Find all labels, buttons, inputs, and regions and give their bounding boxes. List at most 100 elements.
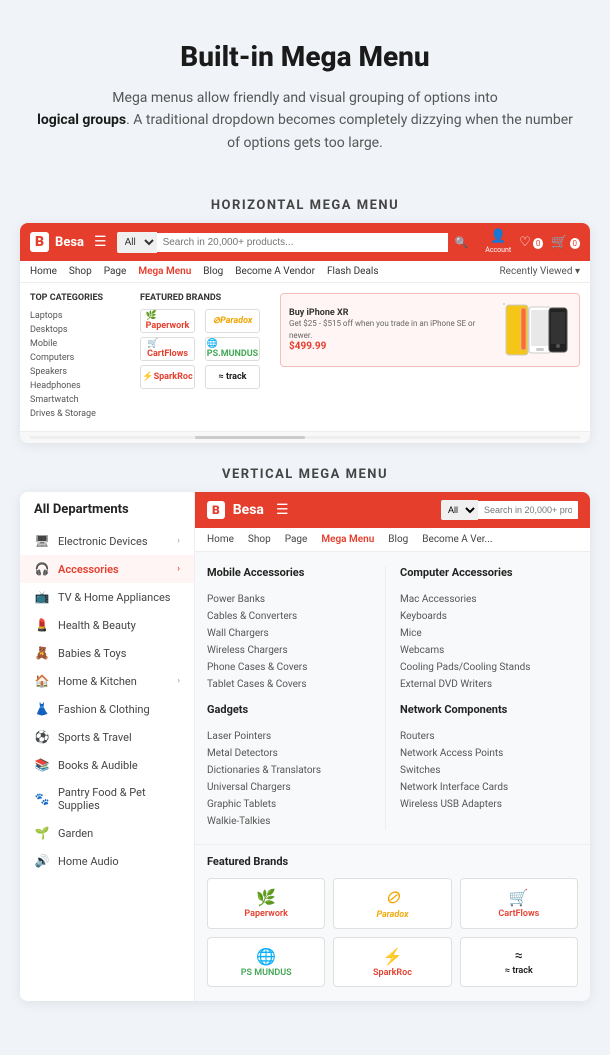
hmm-nav-home[interactable]: Home — [30, 266, 57, 277]
vmm-item-switches[interactable]: Switches — [400, 762, 578, 779]
sidebar-item-sports[interactable]: ⚽ Sports & Travel — [20, 723, 194, 751]
hmm-nav-megamenu[interactable]: Mega Menu — [138, 266, 191, 277]
hmm-cat-mobile[interactable]: Mobile — [30, 337, 130, 351]
vmm-nav-page[interactable]: Page — [285, 534, 308, 545]
vmm-hamburger-icon[interactable]: ☰ — [276, 502, 289, 518]
vmm-item-nic[interactable]: Network Interface Cards — [400, 779, 578, 796]
vmm-item-universal-chargers[interactable]: Universal Chargers — [207, 779, 385, 796]
sidebar-item-fashion[interactable]: 👗 Fashion & Clothing — [20, 695, 194, 723]
sidebar-item-home-audio[interactable]: 🔊 Home Audio — [20, 847, 194, 875]
vmm-section-label: VERTICAL MEGA MENU — [0, 467, 610, 482]
sidebar-item-health[interactable]: 💄 Health & Beauty — [20, 611, 194, 639]
hmm-nav-vendor[interactable]: Become A Vendor — [235, 266, 315, 277]
sidebar-item-garden[interactable]: 🌱 Garden — [20, 819, 194, 847]
paperwork-label: Paperwork — [244, 909, 288, 919]
hmm-account-icon[interactable]: 👤 Account — [485, 229, 511, 255]
vmm-mobile-accessories-heading: Mobile Accessories — [207, 566, 385, 583]
vmm-nav-vendor[interactable]: Become A Ver... — [422, 534, 492, 545]
hmm-brand-paperwork[interactable]: 🌿 Paperwork — [140, 309, 195, 333]
sparkroc-label: SparkRoc — [373, 968, 412, 978]
track-icon: ≈ — [515, 948, 523, 964]
vmm-item-wireless-chargers[interactable]: Wireless Chargers — [207, 642, 385, 659]
vmm-item-webcams[interactable]: Webcams — [400, 642, 578, 659]
hmm-wishlist-icon[interactable]: ♡0 — [519, 235, 543, 250]
sidebar-item-electronic-devices[interactable]: 🖥 Electronic Devices › — [20, 527, 194, 555]
hmm-cat-computers[interactable]: Computers — [30, 351, 130, 365]
hmm-brand-cartflows[interactable]: 🛒 CartFlows — [140, 337, 195, 361]
sidebar-item-babies[interactable]: 🧸 Babies & Toys — [20, 639, 194, 667]
vmm-item-access-points[interactable]: Network Access Points — [400, 745, 578, 762]
cartflows-icon: 🛒 — [509, 888, 529, 907]
vmm-item-keyboards[interactable]: Keyboards — [400, 608, 578, 625]
accessories-arrow-icon: › — [177, 564, 180, 574]
vmm-container: All Departments 🖥 Electronic Devices › 🎧… — [20, 492, 590, 1001]
hmm-brand-psmundus[interactable]: 🌐 PS.MUNDUS — [205, 337, 260, 361]
sidebar-item-home-kitchen[interactable]: 🏠 Home & Kitchen › — [20, 667, 194, 695]
vmm-item-dvd-writers[interactable]: External DVD Writers — [400, 676, 578, 693]
hmm-cat-smartwatch[interactable]: Smartwatch — [30, 393, 130, 407]
vmm-all-select[interactable]: All — [441, 500, 478, 520]
hmm-cat-headphones[interactable]: Headphones — [30, 379, 130, 393]
vmm-item-graphic-tablets[interactable]: Graphic Tablets — [207, 796, 385, 813]
vmm-brand-paradox[interactable]: ⊘ Paradox — [333, 878, 451, 929]
sidebar-item-books[interactable]: 📚 Books & Audible — [20, 751, 194, 779]
vmm-item-tablet-cases[interactable]: Tablet Cases & Covers — [207, 676, 385, 693]
hmm-cat-speakers[interactable]: Speakers — [30, 365, 130, 379]
hmm-nav-page[interactable]: Page — [104, 266, 127, 277]
vmm-item-laser[interactable]: Laser Pointers — [207, 728, 385, 745]
hmm-brand-track[interactable]: ≈ track — [205, 365, 260, 389]
hmm-nav-shop[interactable]: Shop — [69, 266, 92, 277]
hmm-nav-flash[interactable]: Flash Deals — [327, 266, 378, 277]
hmm-scroll-indicator — [30, 436, 580, 439]
vmm-search-input[interactable] — [478, 501, 578, 519]
vmm-item-dictionaries[interactable]: Dictionaries & Translators — [207, 762, 385, 779]
vmm-brand-cartflows[interactable]: 🛒 CartFlows — [460, 878, 578, 929]
sidebar-label-home-audio: Home Audio — [58, 855, 180, 868]
hmm-cat-drives[interactable]: Drives & Storage — [30, 407, 130, 421]
hmm-search-button[interactable]: 🔍 — [448, 232, 476, 253]
vmm-item-metal-detectors[interactable]: Metal Detectors — [207, 745, 385, 762]
vmm-item-mac[interactable]: Mac Accessories — [400, 591, 578, 608]
vmm-brand-track[interactable]: ≈ ≈ track — [460, 937, 578, 987]
vmm-brand-paperwork[interactable]: 🌿 Paperwork — [207, 878, 325, 929]
vmm-sidebar: All Departments 🖥 Electronic Devices › 🎧… — [20, 492, 195, 1001]
hmm-recently-viewed[interactable]: Recently Viewed ▾ — [500, 266, 581, 277]
sidebar-label-pantry: Pantry Food & Pet Supplies — [58, 786, 180, 812]
sidebar-item-pantry[interactable]: 🐾 Pantry Food & Pet Supplies — [20, 779, 194, 819]
hmm-brand-paradox[interactable]: ⊘Paradox — [205, 309, 260, 333]
sidebar-item-tv[interactable]: 📺 TV & Home Appliances — [20, 583, 194, 611]
vmm-item-wireless-usb[interactable]: Wireless USB Adapters — [400, 796, 578, 813]
vmm-item-cables[interactable]: Cables & Converters — [207, 608, 385, 625]
vmm-logo-b: B — [207, 501, 225, 519]
desc-line1: Mega menus allow friendly and visual gro… — [112, 90, 497, 106]
hmm-brand-sparkroc[interactable]: ⚡SparkRoc — [140, 365, 195, 389]
sidebar-label-fashion: Fashion & Clothing — [58, 703, 180, 716]
vmm-item-walkie-talkies[interactable]: Walkie-Talkies — [207, 813, 385, 830]
hmm-brands-title: Featured Brands — [140, 293, 270, 303]
hmm-cat-desktops[interactable]: Desktops — [30, 323, 130, 337]
vmm-nav-blog[interactable]: Blog — [388, 534, 408, 545]
vmm-nav-shop[interactable]: Shop — [248, 534, 271, 545]
vmm-nav-megamenu[interactable]: Mega Menu — [321, 534, 374, 545]
vmm-item-mice[interactable]: Mice — [400, 625, 578, 642]
vmm-item-power-banks[interactable]: Power Banks — [207, 591, 385, 608]
hmm-promo-box[interactable]: Buy iPhone XR Get $25 - $515 off when yo… — [280, 293, 580, 367]
hmm-cart-icon[interactable]: 🛒0 — [551, 235, 580, 250]
hmm-all-select[interactable]: All — [117, 232, 157, 253]
vmm-nav-home[interactable]: Home — [207, 534, 234, 545]
vmm-item-phone-cases[interactable]: Phone Cases & Covers — [207, 659, 385, 676]
vmm-network-heading: Network Components — [400, 703, 578, 720]
hmm-search-input[interactable] — [157, 233, 448, 252]
paradox-icon: ⊘ — [385, 887, 400, 908]
sidebar-item-accessories[interactable]: 🎧 Accessories › — [20, 555, 194, 583]
vmm-item-wall-chargers[interactable]: Wall Chargers — [207, 625, 385, 642]
vmm-right-panel: B Besa ☰ All Home Shop Page Mega Menu Bl… — [195, 492, 590, 1001]
vmm-item-routers[interactable]: Routers — [400, 728, 578, 745]
hmm-hamburger-icon[interactable]: ☰ — [94, 234, 107, 250]
hmm-search-wrap: All 🔍 — [117, 232, 476, 253]
vmm-item-cooling-pads[interactable]: Cooling Pads/Cooling Stands — [400, 659, 578, 676]
hmm-nav-blog[interactable]: Blog — [203, 266, 223, 277]
vmm-brand-psmundus[interactable]: 🌐 PS MUNDUS — [207, 937, 325, 987]
vmm-brand-sparkroc[interactable]: ⚡ SparkRoc — [333, 937, 451, 987]
hmm-cat-laptops[interactable]: Laptops — [30, 309, 130, 323]
